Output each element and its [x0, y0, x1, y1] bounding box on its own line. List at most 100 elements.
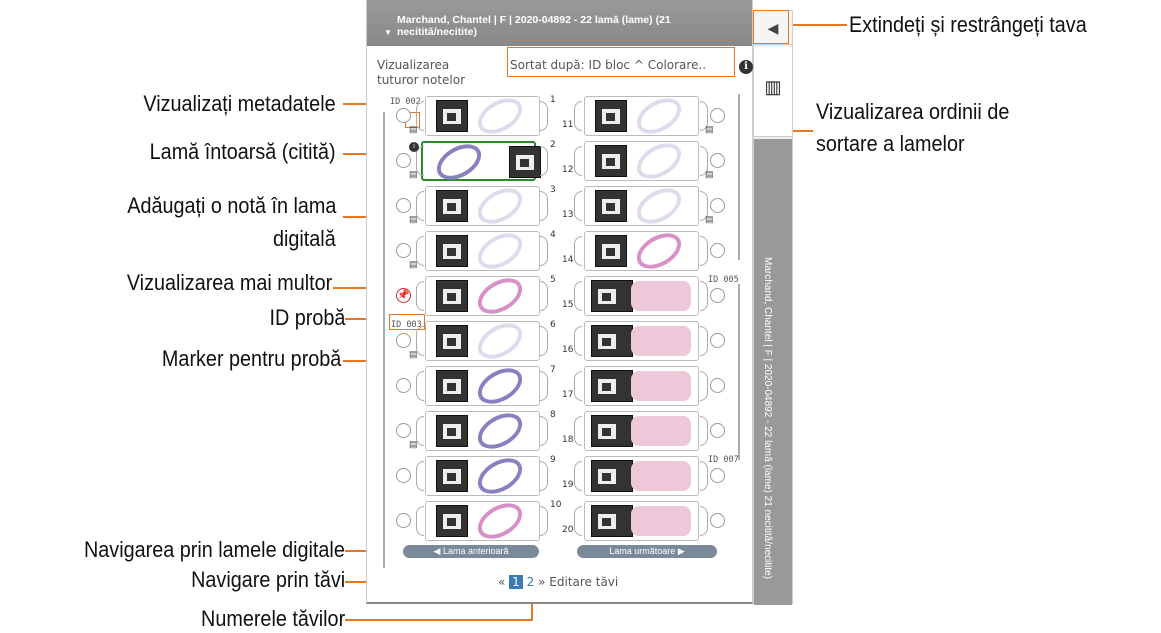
- metadata-info-icon[interactable]: i: [409, 142, 419, 152]
- tissue-sample: [471, 496, 529, 546]
- expand-highlight-box: [753, 10, 789, 44]
- leader-tray-numbers: [345, 619, 533, 621]
- slide-thumbnail[interactable]: [425, 406, 540, 456]
- slide-select-radio[interactable]: [710, 423, 725, 438]
- slide-select-radio[interactable]: [710, 198, 725, 213]
- callout-specimen-marker: Marker pentru probă: [161, 346, 341, 371]
- slide-bracket: [574, 281, 582, 311]
- slide-select-radio[interactable]: [396, 513, 411, 528]
- slide-number: 17: [562, 390, 574, 400]
- callout-specimen-id: ID probă: [269, 305, 345, 330]
- slide-select-radio[interactable]: [396, 423, 411, 438]
- case-header[interactable]: ▼ Marchand, Chantel | F | 2020-04892 - 2…: [367, 0, 752, 46]
- slide-label-barcode: [595, 145, 627, 177]
- slide-bracket: [540, 191, 548, 221]
- slide-number: 16: [562, 345, 574, 355]
- slide-thumbnail[interactable]: [584, 181, 699, 231]
- next-slide-button[interactable]: Lama următoare ▶: [577, 545, 717, 558]
- slide-bracket: [700, 506, 708, 536]
- callout-expand-tray: Extindeți și restrângeți tava: [849, 12, 1087, 37]
- note-icon[interactable]: ▤: [409, 259, 418, 270]
- pager-prev[interactable]: «: [498, 575, 505, 589]
- slide-number: 18: [562, 435, 574, 445]
- slide-thumbnail[interactable]: [584, 91, 699, 141]
- slide-select-radio[interactable]: [396, 333, 411, 348]
- slide-thumbnail[interactable]: [584, 276, 699, 316]
- slide-select-radio[interactable]: [396, 198, 411, 213]
- slide-thumbnail[interactable]: [584, 456, 699, 496]
- pager-page-1[interactable]: 1: [509, 575, 523, 589]
- slide-select-radio[interactable]: [396, 153, 411, 168]
- slide-number: 2: [550, 140, 556, 150]
- slide-number: 1: [550, 95, 556, 105]
- slide-thumbnail[interactable]: [584, 411, 699, 451]
- collapsed-tray-tab[interactable]: Marchand, Chantel | F | 2020-04892 - 22 …: [754, 139, 792, 605]
- slide-thumbnail[interactable]: [584, 501, 699, 541]
- slide-select-radio[interactable]: [710, 378, 725, 393]
- note-icon[interactable]: ▤: [409, 214, 418, 225]
- slide-thumbnail[interactable]: [584, 136, 699, 186]
- slide-thumbnail[interactable]: [584, 321, 699, 361]
- slide-select-radio[interactable]: [710, 153, 725, 168]
- slide-label-barcode: [591, 460, 633, 492]
- specimen-id-label: ID 005: [708, 275, 739, 285]
- tissue-sample: [631, 326, 691, 356]
- note-icon[interactable]: ▤: [705, 169, 714, 180]
- view-all-notes-link[interactable]: Vizualizarea tuturor notelor: [377, 58, 465, 88]
- note-icon[interactable]: ▤: [705, 124, 714, 135]
- slide-thumbnail[interactable]: [421, 137, 541, 187]
- slide-bracket: [540, 416, 548, 446]
- pager-next[interactable]: »: [538, 575, 545, 589]
- pushpin-icon[interactable]: 📌: [396, 288, 411, 303]
- callout-add-note-2: digitală: [273, 226, 336, 251]
- slide-select-radio[interactable]: [710, 513, 725, 528]
- note-icon[interactable]: ▤: [409, 439, 418, 450]
- slide-thumbnail[interactable]: [425, 496, 540, 546]
- slide-number: 13: [562, 210, 574, 220]
- slide-thumbnail[interactable]: [425, 181, 540, 231]
- prev-slide-button[interactable]: ◀ Lama anterioară: [403, 545, 539, 558]
- group-bar-right-1: [738, 94, 740, 260]
- slide-select-radio[interactable]: [710, 333, 725, 348]
- note-icon[interactable]: ▤: [409, 349, 418, 360]
- slide-select-radio[interactable]: [396, 378, 411, 393]
- slide-thumbnail[interactable]: [425, 91, 540, 141]
- slide-select-radio[interactable]: [710, 468, 725, 483]
- slide-number: 6: [550, 320, 556, 330]
- slide-bracket: [540, 326, 548, 356]
- slide-number: 19: [562, 480, 574, 490]
- slide-bracket: [700, 371, 708, 401]
- slide-thumbnail[interactable]: [425, 226, 540, 276]
- note-icon[interactable]: ▤: [705, 214, 714, 225]
- slide-thumbnail[interactable]: [425, 316, 540, 366]
- slide-label-barcode: [436, 100, 468, 132]
- slide-thumbnail[interactable]: [425, 451, 540, 501]
- slide-bracket: [540, 506, 548, 536]
- slide-select-radio[interactable]: [396, 243, 411, 258]
- slide-number: 10: [550, 500, 562, 510]
- slide-select-radio[interactable]: [710, 243, 725, 258]
- slide-bracket: [700, 416, 708, 446]
- note-icon[interactable]: ▤: [409, 124, 418, 135]
- slide-bracket: [540, 101, 548, 131]
- tissue-sample: [430, 137, 488, 187]
- slide-label-barcode: [436, 235, 468, 267]
- slide-select-radio[interactable]: [710, 288, 725, 303]
- slide-thumbnail[interactable]: [584, 366, 699, 406]
- specimen-id-label: ID 007: [708, 455, 739, 465]
- slide-thumbnail[interactable]: [425, 271, 540, 321]
- slide-bracket: [540, 281, 548, 311]
- info-icon[interactable]: i: [739, 60, 753, 74]
- pager-page-2[interactable]: 2: [527, 575, 535, 589]
- slide-select-radio[interactable]: [710, 108, 725, 123]
- slide-select-radio[interactable]: [396, 468, 411, 483]
- slide-select-radio[interactable]: [396, 108, 411, 123]
- slide-thumbnail[interactable]: [584, 226, 699, 276]
- edit-trays-link[interactable]: Editare tăvi: [549, 575, 618, 589]
- note-icon[interactable]: ▤: [409, 169, 418, 180]
- slide-bracket: [574, 146, 582, 176]
- slide-thumbnail[interactable]: [425, 361, 540, 411]
- slide-label-barcode: [436, 415, 468, 447]
- layout-toggle-button[interactable]: ▥: [754, 47, 792, 137]
- sort-highlight-box: [507, 47, 735, 77]
